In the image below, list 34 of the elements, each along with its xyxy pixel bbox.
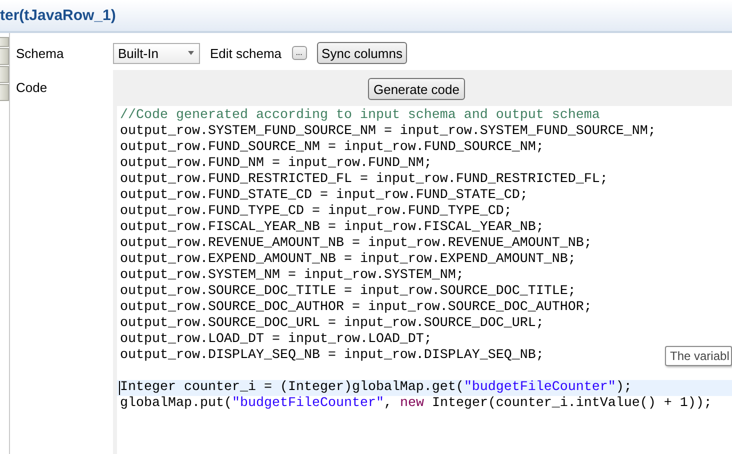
code-line: output_row.EXPEND_AMOUNT_NB = input_row.EXPEND_AMOUNT_NB; [120, 252, 576, 267]
current-code-line: Integer counter_i = (Integer)globalMap.get("budgetFileCounter"); [120, 380, 632, 395]
code-line: output_row.FUND_TYPE_CD = input_row.FUND_TYPE_CD; [120, 204, 512, 219]
generate-code-button[interactable]: Generate code [368, 78, 464, 100]
code-editor[interactable] [117, 106, 732, 454]
sync-columns-button[interactable]: Sync columns [316, 42, 408, 64]
edit-schema-label: Edit schema [210, 46, 282, 60]
code-line: output_row.FUND_NM = input_row.FUND_NM; [120, 156, 432, 171]
side-tab[interactable] [0, 84, 9, 101]
side-tab[interactable] [0, 48, 9, 65]
code-line: //Code generated according to input schema and output schema [120, 108, 600, 123]
schema-label: Schema [15, 44, 65, 60]
code-line: output_row.SYSTEM_FUND_SOURCE_NM = input_row.SYSTEM_FUND_SOURCE_NM; [120, 124, 656, 139]
code-line: output_row.SOURCE_DOC_TITLE = input_row.SOURCE_DOC_TITLE; [120, 284, 576, 299]
code-line: output_row.SOURCE_DOC_AUTHOR = input_row.SOURCE_DOC_AUTHOR; [120, 300, 592, 315]
code-line: output_row.FUND_SOURCE_NM = input_row.FUND_SOURCE_NM; [120, 140, 544, 155]
panel-title: ter(tJavaRow_1) [0, 7, 116, 24]
tooltip: The variabl [665, 346, 732, 366]
code-line: output_row.SYSTEM_NM = input_row.SYSTEM_NM; [120, 268, 464, 283]
side-tab[interactable] [0, 66, 9, 83]
code-line: output_row.REVENUE_AMOUNT_NB = input_row.REVENUE_AMOUNT_NB; [120, 236, 592, 251]
code-line: output_row.FUND_STATE_CD = input_row.FUND_STATE_CD; [120, 188, 528, 203]
code-line: output_row.FUND_RESTRICTED_FL = input_row.FUND_RESTRICTED_FL; [120, 172, 608, 187]
code-line: output_row.SOURCE_DOC_URL = input_row.SOURCE_DOC_URL; [120, 316, 544, 331]
ellipsis-button[interactable]: ... [292, 46, 307, 60]
schema-dropdown[interactable]: Built-In [113, 42, 200, 64]
code-line: output_row.DISPLAY_SEQ_NB = input_row.DISPLAY_SEQ_NB; [120, 348, 544, 363]
side-tab[interactable] [0, 37, 9, 47]
code-line: output_row.LOAD_DT = input_row.LOAD_DT; [120, 332, 432, 347]
code-line: output_row.FISCAL_YEAR_NB = input_row.FISCAL_YEAR_NB; [120, 220, 544, 235]
text-cursor [119, 381, 120, 395]
code-label: Code [15, 79, 48, 97]
code-line: globalMap.put("budgetFileCounter", new Integer(counter_i.intValue() + 1)); [120, 396, 712, 411]
caret-icon [187, 50, 195, 56]
